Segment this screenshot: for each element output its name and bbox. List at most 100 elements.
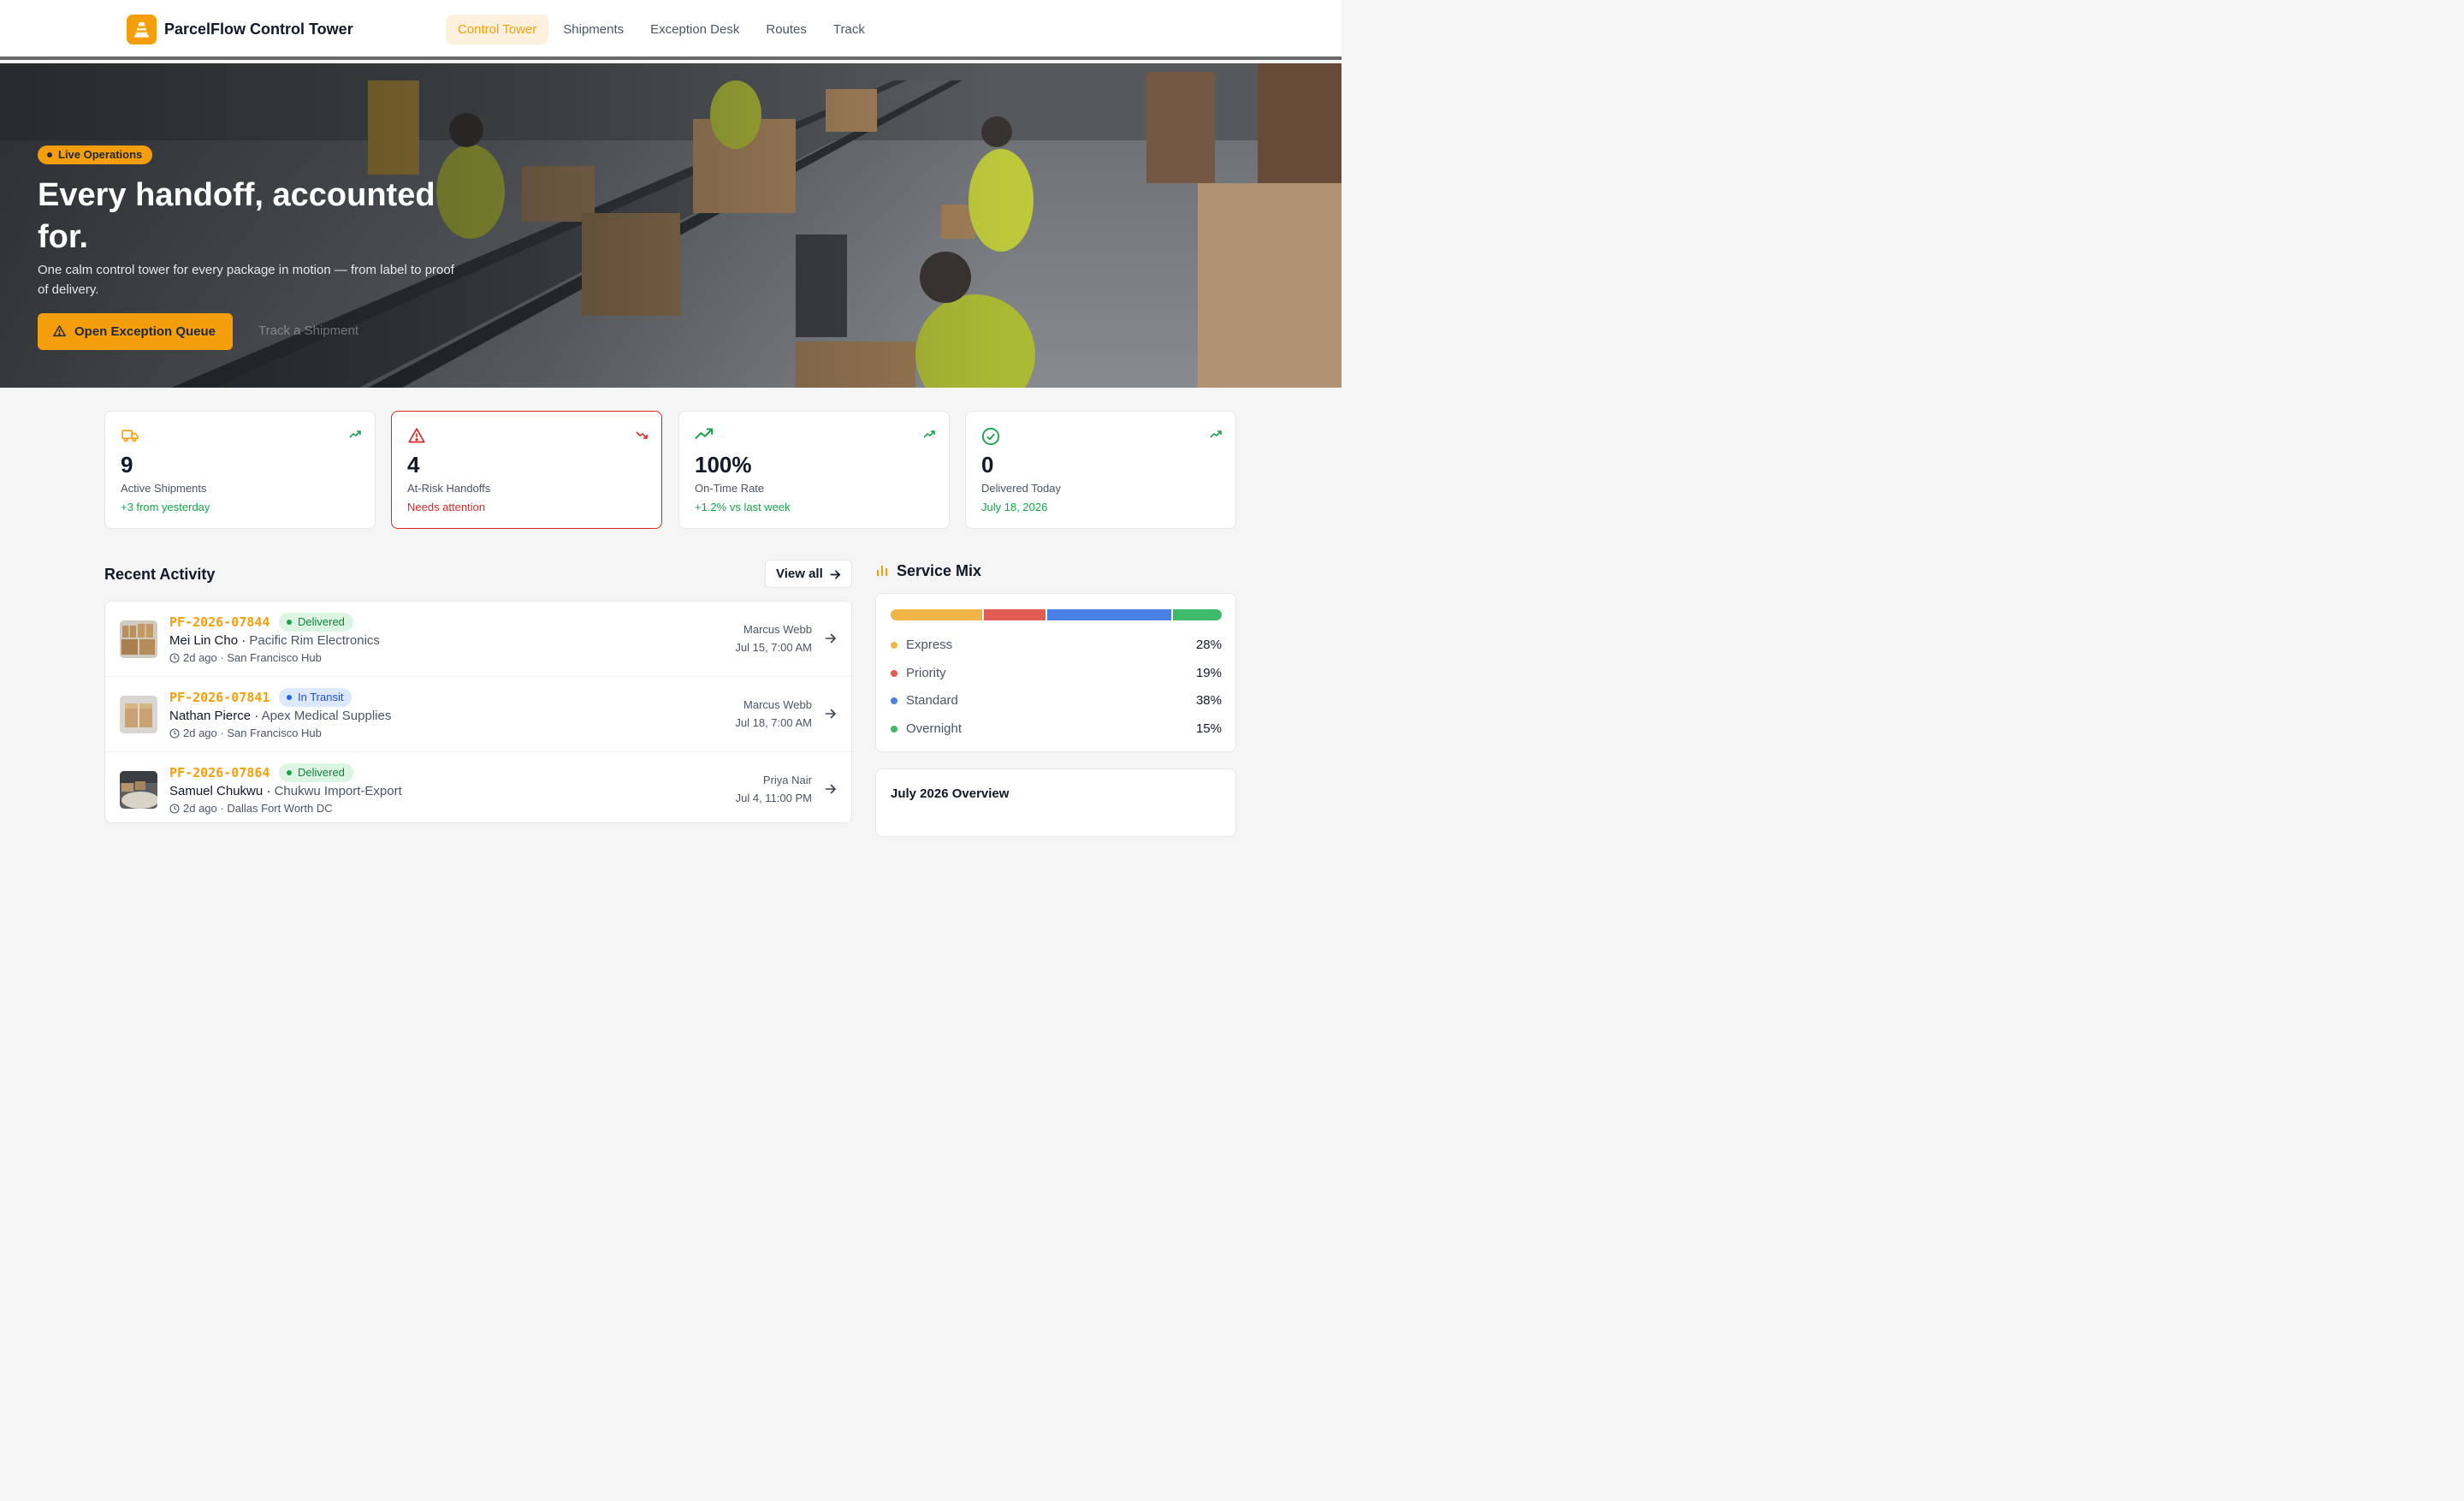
row-meta: 2d ago · San Francisco Hub [169, 651, 322, 664]
nav-control-tower[interactable]: Control Tower [446, 15, 549, 44]
event-time: Jul 4, 11:00 PM [735, 792, 812, 804]
legend-label: Standard [906, 693, 958, 708]
kpi-card-at-risk-handoffs[interactable]: 4 At-Risk Handoffs Needs attention [391, 411, 662, 529]
trend-up-icon [1210, 430, 1222, 438]
kpi-label: At-Risk Handoffs [407, 482, 491, 495]
activity-row[interactable]: PF-2026-07864 Delivered Samuel Chukwu · … [105, 752, 851, 822]
main-nav: Control Tower Shipments Exception Desk R… [446, 15, 880, 44]
legend-value: 28% [1195, 638, 1222, 652]
row-meta: 2d ago · Dallas Fort Worth DC [169, 802, 333, 815]
arrow-right-icon[interactable] [825, 632, 837, 644]
kpi-value: 100% [695, 452, 752, 478]
kpi-change: July 18, 2026 [981, 501, 1048, 513]
service-mix-segment-priority [983, 609, 1046, 620]
service-mix-card: Express 28% Priority 19% Standard 38% Ov… [875, 593, 1236, 752]
event-time: Jul 15, 7:00 AM [735, 641, 812, 654]
hero-subtitle: One calm control tower for every package… [38, 263, 454, 297]
customer-name: Mei Lin Cho [169, 633, 239, 648]
kpi-value: 9 [121, 452, 133, 478]
trending-up-icon [695, 428, 714, 440]
activity-row[interactable]: PF-2026-07844 Delivered Mei Lin Cho · Pa… [105, 602, 851, 677]
app-title[interactable]: ParcelFlow Control Tower [164, 21, 353, 39]
hero-banner: Live Operations Every handoff, accounted… [0, 63, 1342, 388]
top-nav-bar: ParcelFlow Control Tower Control Tower S… [0, 0, 1342, 60]
assigned-agent: Marcus Webb [743, 623, 812, 636]
nav-routes[interactable]: Routes [754, 15, 819, 44]
nav-exception-desk[interactable]: Exception Desk [638, 15, 751, 44]
package-thumbnail [120, 696, 157, 733]
assigned-agent: Priya Nair [762, 774, 812, 786]
kpi-label: Active Shipments [121, 482, 207, 495]
trend-up-icon [349, 430, 361, 438]
kpi-label: Delivered Today [981, 482, 1061, 495]
assigned-agent: Marcus Webb [743, 698, 812, 711]
customer-company: Pacific Rim Electronics [249, 633, 380, 648]
customer-name: Nathan Pierce [169, 709, 252, 723]
traffic-cone-logo-icon[interactable] [127, 15, 157, 44]
legend-dot [891, 726, 897, 733]
status-badge: Delivered [279, 763, 353, 782]
kpi-card-on-time-rate[interactable]: 100% On-Time Rate +1.2% vs last week [678, 411, 950, 529]
customer-line: Samuel Chukwu · Chukwu Import-Export [169, 784, 402, 798]
service-mix-segment-overnight [1172, 609, 1222, 620]
shipment-id[interactable]: PF-2026-07864 [169, 765, 270, 780]
service-mix-heading: Service Mix [897, 562, 982, 579]
kpi-value: 0 [981, 452, 994, 478]
legend-value: 38% [1195, 693, 1222, 708]
legend-row-priority: Priority 19% [891, 665, 1222, 682]
kpi-card-delivered-today[interactable]: 0 Delivered Today July 18, 2026 [965, 411, 1236, 529]
live-operations-badge: Live Operations [38, 145, 153, 164]
view-all-button[interactable]: View all [765, 560, 852, 588]
arrow-right-icon[interactable] [825, 708, 837, 720]
clock-icon [169, 653, 180, 663]
legend-dot [891, 670, 897, 677]
hero-title: Every handoff, accounted for. [38, 177, 435, 255]
nav-track[interactable]: Track [821, 15, 877, 44]
customer-line: Nathan Pierce · Apex Medical Supplies [169, 709, 392, 723]
row-meta: 2d ago · San Francisco Hub [169, 727, 322, 739]
kpi-card-active-shipments[interactable]: 9 Active Shipments +3 from yesterday [104, 411, 376, 529]
track-shipment-button[interactable]: Track a Shipment [258, 323, 358, 338]
clock-icon [169, 804, 180, 814]
package-thumbnail [120, 620, 157, 658]
legend-label: Priority [906, 666, 946, 680]
kpi-change: Needs attention [407, 501, 486, 513]
event-time: Jul 18, 7:00 AM [735, 716, 812, 729]
status-badge: In Transit [279, 688, 352, 707]
kpi-change: +1.2% vs last week [695, 501, 791, 513]
check-circle-icon [981, 427, 1000, 446]
kpi-label: On-Time Rate [695, 482, 765, 495]
legend-dot [891, 642, 897, 649]
recent-activity-list: PF-2026-07844 Delivered Mei Lin Cho · Pa… [104, 601, 852, 823]
legend-row-express: Express 28% [891, 637, 1222, 654]
legend-value: 15% [1195, 721, 1222, 736]
nav-shipments[interactable]: Shipments [551, 15, 636, 44]
package-thumbnail [120, 771, 157, 809]
activity-row[interactable]: PF-2026-07841 In Transit Nathan Pierce ·… [105, 677, 851, 752]
service-mix-segment-standard [1047, 609, 1171, 620]
customer-name: Samuel Chukwu [169, 784, 264, 798]
recent-activity-heading: Recent Activity [104, 566, 216, 583]
truck-icon [121, 430, 139, 442]
arrow-right-icon[interactable] [825, 783, 837, 795]
shipment-id[interactable]: PF-2026-07844 [169, 614, 270, 630]
monthly-overview-card: July 2026 Overview [875, 768, 1236, 837]
warning-icon [53, 325, 66, 337]
service-mix-segment-express [891, 609, 982, 620]
legend-row-standard: Standard 38% [891, 692, 1222, 709]
shipment-id[interactable]: PF-2026-07841 [169, 690, 270, 705]
status-badge: Delivered [279, 613, 353, 632]
overview-heading: July 2026 Overview [891, 786, 1010, 801]
legend-label: Express [906, 638, 953, 652]
open-exception-queue-button[interactable]: Open Exception Queue [38, 313, 233, 350]
trend-down-icon [636, 431, 648, 439]
customer-line: Mei Lin Cho · Pacific Rim Electronics [169, 633, 380, 648]
bar-chart-icon [877, 566, 887, 576]
legend-label: Overnight [906, 721, 962, 736]
customer-company: Apex Medical Supplies [261, 709, 392, 723]
legend-value: 19% [1195, 666, 1222, 680]
arrow-right-icon [830, 570, 841, 579]
service-mix-bar [891, 609, 1222, 620]
legend-dot [891, 697, 897, 704]
trend-up-icon [923, 430, 935, 438]
